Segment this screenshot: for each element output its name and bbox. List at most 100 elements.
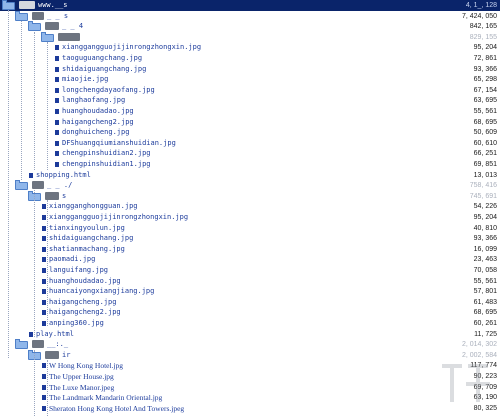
tree-file-row[interactable]: taoguguangchang.jpg 72, 861 [0,53,500,64]
size-value: 66, 251 [473,150,497,157]
tree-line [47,200,48,326]
size-value: 95, 204 [473,214,497,221]
tree-file-row[interactable]: anping360.jpg 60, 261 [0,318,500,329]
file-icon [55,120,59,125]
file-icon [29,173,33,178]
file-icon [42,321,46,326]
file-label: xianggangguojijinrongzhongxin.jpg [62,43,202,51]
size-value: 95, 204 [473,44,497,51]
file-label: languifang.jpg [49,266,109,274]
file-label: chengpinshuidian2.jpg [62,149,151,157]
file-icon [42,406,46,411]
size-value: 68, 695 [473,309,497,316]
size-value: 70, 058 [473,267,497,274]
file-icon [42,257,46,262]
file-label: taoguguangchang.jpg [62,54,143,62]
tree-line [47,360,48,416]
tree-file-row[interactable]: shidaiguangchang.jpg 93, 366 [0,233,500,244]
file-icon [42,395,46,400]
file-label: W Hong Kong Hotel.jpg [49,361,124,370]
file-icon [55,98,59,103]
file-icon [42,363,46,368]
tree-file-row[interactable]: W Hong Kong Hotel.jpg 117, 774 [0,360,500,371]
tree-file-row[interactable]: xianggangguojijinrongzhongxin.jpg 95, 204 [0,42,500,53]
size-value: 50, 609 [473,129,497,136]
folder-label: _ _ 4 [62,22,84,30]
folder-icon [28,21,41,31]
file-label: The Upper House.jpg [49,372,114,381]
file-label: paomadi.jpg [49,255,96,263]
file-icon [42,310,46,315]
file-icon [55,67,59,72]
file-icon [55,130,59,135]
file-icon [42,385,46,390]
tree-file-row[interactable]: miaojie.jpg 65, 298 [0,74,500,85]
tree-folder-row[interactable]: www.__s 4, 1_, 128 [0,0,500,11]
tree-file-row[interactable]: Sheraton Hong Kong Hotel And Towers.jpeg… [0,403,500,414]
tree-file-row[interactable]: The Upper House.jpg 90, 223 [0,371,500,382]
folder-icon [41,32,54,42]
redacted-name [32,340,44,348]
tree-file-row[interactable]: haigangcheng2.jpg 68, 695 [0,307,500,318]
folder-icon [15,339,28,349]
file-label: huanghoudadao.jpg [62,107,134,115]
size-value: 842, 165 [469,23,497,30]
tree-file-row[interactable]: languifang.jpg 70, 058 [0,265,500,276]
file-icon [42,247,46,252]
tree-file-row[interactable]: chengpinshuidian1.jpg 69, 851 [0,159,500,170]
tree-line [21,21,22,180]
size-value: 63, 695 [473,97,497,104]
file-icon [42,300,46,305]
file-icon [55,56,59,61]
tree-file-row[interactable]: huanghoudadao.jpg 55, 561 [0,106,500,117]
folder-label: __:._ [47,340,69,348]
file-icon [42,268,46,273]
tree-file-row[interactable]: paomadi.jpg 23, 463 [0,254,500,265]
file-label: haigangcheng2.jpg [49,308,121,316]
tree-file-row[interactable]: chengpinshuidian2.jpg 66, 251 [0,148,500,159]
watermark-logo [442,364,490,402]
size-value: 2, 014, 302 [461,341,497,348]
tree-folder-row[interactable]: _ _ 4 842, 165 [0,21,500,32]
file-label: huancaiyongxiangjiang.jpg [49,287,155,295]
tree-folder-row[interactable]: __:._ 2, 014, 302 [0,339,500,350]
file-icon [55,141,59,146]
redacted-name [32,181,44,189]
file-icon [55,162,59,167]
tree-line [34,190,35,337]
redacted-name [32,12,44,20]
file-label: xianggangguojijinrongzhongxin.jpg [49,213,189,221]
file-label: chengpinshuidian1.jpg [62,160,151,168]
file-label: miaojie.jpg [62,75,109,83]
tree-line [34,32,35,170]
redacted-name [45,351,59,359]
tree-line [8,10,9,358]
redacted-name [58,33,80,41]
redacted-name [45,192,59,200]
size-value: 55, 561 [473,108,497,115]
tree-file-row[interactable]: xiangganghongguan.jpg 54, 226 [0,201,500,212]
tree-folder-row[interactable]: _ _ ./ 758, 416 [0,180,500,191]
size-value: 93, 366 [473,235,497,242]
tree-file-row[interactable]: huancaiyongxiangjiang.jpg 57, 801 [0,286,500,297]
size-value: 65, 298 [473,76,497,83]
file-label: donghuicheng.jpg [62,128,130,136]
size-value: 54, 226 [473,203,497,210]
file-icon [42,279,46,284]
file-icon [55,151,59,156]
file-icon [42,204,46,209]
size-value: 758, 416 [469,182,497,189]
folder-icon [15,180,28,190]
file-label: shidaiguangchang.jpg [49,234,134,242]
file-label: langhaofang.jpg [62,96,126,104]
folder-icon [2,0,15,10]
tree-file-row[interactable]: langhaofang.jpg 63, 695 [0,95,500,106]
file-icon [55,88,59,93]
tree-file-row[interactable]: donghuicheng.jpg 50, 609 [0,127,500,138]
file-tree[interactable]: www.__s 4, 1_, 128 _ _ s 7, 424, 050 _ _ 4 84… [0,0,500,416]
size-value: 57, 801 [473,288,497,295]
tree-file-row[interactable]: xianggangguojijinrongzhongxin.jpg 95, 204 [0,212,500,223]
tree-file-row[interactable]: The Landmark Mandarin Oriental.jpg 63, 19… [0,392,500,403]
file-icon [55,77,59,82]
file-icon [42,374,46,379]
